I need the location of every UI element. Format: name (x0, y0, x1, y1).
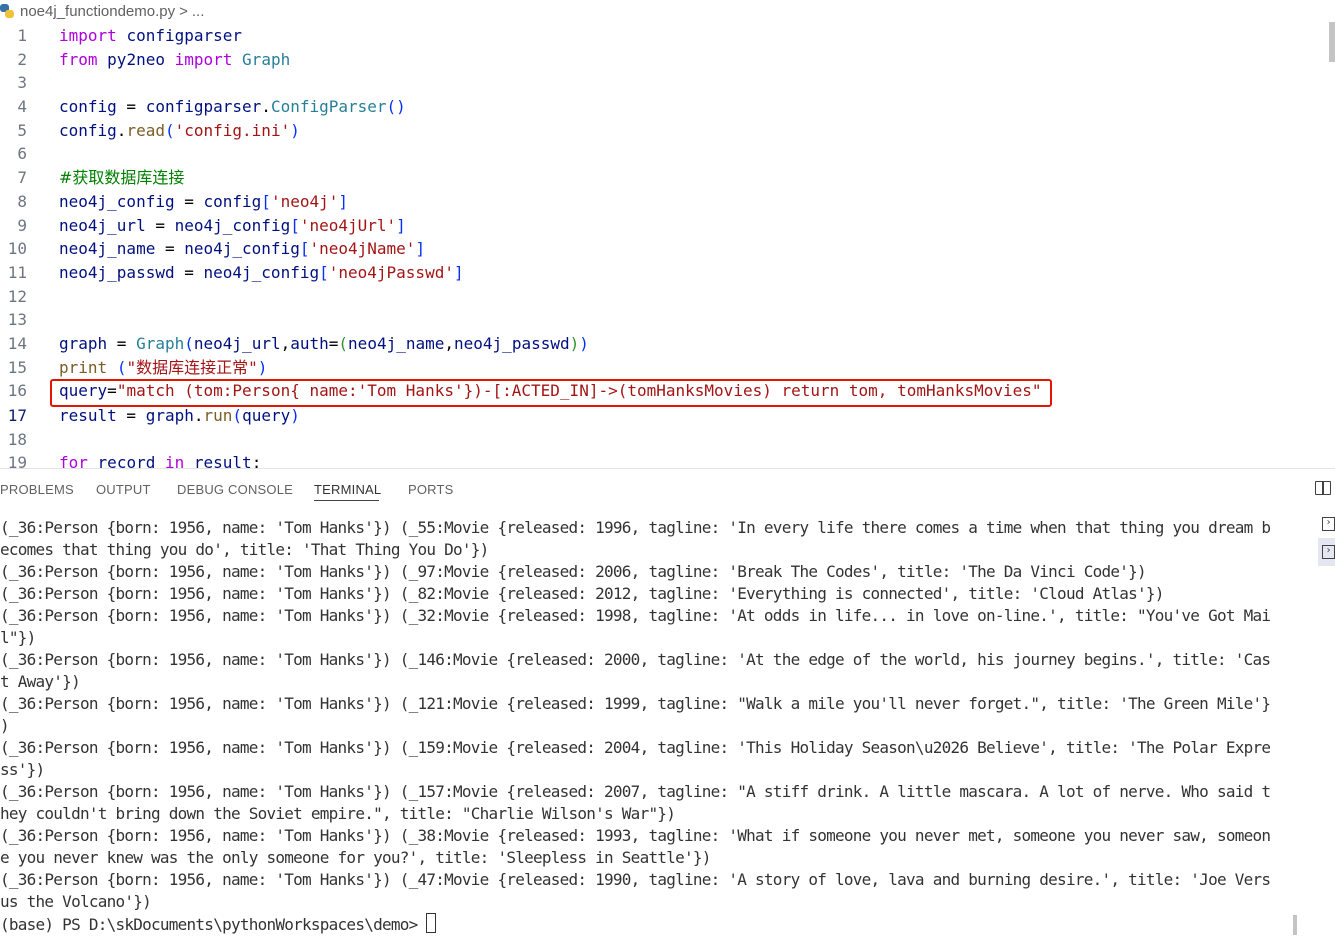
code-text: config.read('config.ini') (59, 121, 300, 140)
terminal-cursor (426, 913, 437, 933)
code-line[interactable]: 15 print ("数据库连接正常") (0, 356, 1335, 380)
code-text: neo4j_config = config['neo4j'] (59, 192, 349, 211)
line-number: 5 (17, 121, 27, 140)
terminal-prompt[interactable]: (base) PS D:\skDocuments\pythonWorkspace… (0, 913, 437, 935)
panel-tabs: PROBLEMS OUTPUT DEBUG CONSOLE TERMINAL P… (0, 469, 1335, 507)
python-file-icon (0, 4, 14, 18)
code-line[interactable]: 19 for record in result: (0, 451, 1335, 468)
line-number: 10 (7, 239, 27, 258)
code-line[interactable]: 3 (0, 71, 1335, 95)
terminal-line: (_36:Person {born: 1956, name: 'Tom Hank… (0, 738, 1271, 757)
line-number: 11 (7, 263, 27, 282)
tab-terminal[interactable]: TERMINAL (314, 482, 381, 497)
code-text: import configparser (59, 26, 243, 45)
code-line[interactable]: 11 neo4j_passwd = neo4j_config['neo4jPass… (0, 261, 1335, 285)
line-number: 14 (7, 334, 27, 353)
breadcrumb-more[interactable]: ... (192, 3, 205, 20)
code-text: neo4j_name = neo4j_config['neo4jName'] (59, 239, 426, 258)
code-line[interactable]: 2 from py2neo import Graph (0, 48, 1335, 72)
code-text: neo4j_url = neo4j_config['neo4jUrl'] (59, 216, 406, 235)
terminal-line: (_36:Person {born: 1956, name: 'Tom Hank… (0, 694, 1271, 713)
terminal-output[interactable]: (_36:Person {born: 1956, name: 'Tom Hank… (0, 507, 1300, 938)
terminal-line: ) (0, 716, 10, 735)
code-text: neo4j_passwd = neo4j_config['neo4jPasswd… (59, 263, 464, 282)
terminal-line: e you never knew was the only someone fo… (0, 848, 711, 867)
terminal-line: ecomes that thing you do', title: 'That … (0, 540, 489, 559)
code-line[interactable]: 10 neo4j_name = neo4j_config['neo4jName'] (0, 237, 1335, 261)
query-highlight-box (50, 379, 1052, 407)
tab-output[interactable]: OUTPUT (96, 482, 151, 497)
code-line[interactable]: 7 #获取数据库连接 (0, 166, 1335, 190)
terminal-line: (_36:Person {born: 1956, name: 'Tom Hank… (0, 870, 1271, 889)
terminal-line: (_36:Person {born: 1956, name: 'Tom Hank… (0, 584, 1164, 603)
code-text: config = configparser.ConfigParser() (59, 97, 406, 116)
code-text: result = graph.run(query) (59, 406, 300, 425)
line-number: 2 (17, 50, 27, 69)
code-text: #获取数据库连接 (59, 168, 185, 187)
code-line[interactable]: 5 config.read('config.ini') (0, 119, 1335, 143)
active-tab-underline (314, 500, 379, 501)
line-number: 13 (7, 310, 27, 329)
breadcrumb-file[interactable]: noe4j_functiondemo.py (20, 3, 175, 20)
split-panel-icon[interactable] (1315, 481, 1331, 495)
terminal-line: (_36:Person {born: 1956, name: 'Tom Hank… (0, 650, 1271, 669)
code-line[interactable]: 6 (0, 142, 1335, 166)
tab-ports[interactable]: PORTS (408, 482, 454, 497)
code-line[interactable]: 13 (0, 308, 1335, 332)
terminal-line: t Away'}) (0, 672, 81, 691)
code-line[interactable]: 14 graph = Graph(neo4j_url,auth=(neo4j_na… (0, 332, 1335, 356)
terminal-instance-icon[interactable]: › (1322, 545, 1335, 559)
line-number: 9 (17, 216, 27, 235)
terminal-line: ss'}) (0, 760, 45, 779)
tab-debug-console[interactable]: DEBUG CONSOLE (177, 482, 293, 497)
line-number: 7 (17, 168, 27, 187)
terminal-instance-icon[interactable]: › (1322, 517, 1335, 531)
code-text: from py2neo import Graph (59, 50, 291, 69)
code-line[interactable]: 9 neo4j_url = neo4j_config['neo4jUrl'] (0, 214, 1335, 238)
line-number: 19 (7, 453, 27, 468)
breadcrumb: noe4j_functiondemo.py > ... (0, 0, 1335, 22)
line-number: 12 (7, 287, 27, 306)
code-line[interactable]: 1 import configparser (0, 24, 1335, 48)
code-line[interactable]: 12 (0, 285, 1335, 309)
line-number: 16 (7, 381, 27, 400)
code-line[interactable]: 8 neo4j_config = config['neo4j'] (0, 190, 1335, 214)
code-line[interactable]: 4 config = configparser.ConfigParser() (0, 95, 1335, 119)
breadcrumb-separator: > (179, 2, 188, 20)
line-number: 15 (7, 358, 27, 377)
line-number: 6 (17, 144, 27, 163)
terminal-line: us the Volcano'}) (0, 892, 152, 911)
line-number: 1 (17, 26, 27, 45)
line-number: 8 (17, 192, 27, 211)
line-number: 3 (17, 73, 27, 92)
terminal-line: l"}) (0, 628, 36, 647)
editor-scrollbar[interactable] (1329, 22, 1335, 62)
code-text: graph = Graph(neo4j_url,auth=(neo4j_name… (59, 334, 589, 353)
terminal-line: (_36:Person {born: 1956, name: 'Tom Hank… (0, 518, 1271, 537)
line-number: 18 (7, 430, 27, 449)
terminal-line: (_36:Person {born: 1956, name: 'Tom Hank… (0, 606, 1271, 625)
terminal-line: (_36:Person {born: 1956, name: 'Tom Hank… (0, 562, 1147, 581)
code-text: print ("数据库连接正常") (59, 358, 268, 377)
line-number: 17 (7, 406, 27, 425)
code-line[interactable]: 17 result = graph.run(query) (0, 404, 1335, 428)
terminal-line: (_36:Person {born: 1956, name: 'Tom Hank… (0, 826, 1271, 845)
tab-problems[interactable]: PROBLEMS (0, 482, 74, 497)
terminal-line: hey couldn't bring down the Soviet empir… (0, 804, 676, 823)
line-number: 4 (17, 97, 27, 116)
code-line[interactable]: 18 (0, 428, 1335, 452)
terminal-scrollbar[interactable] (1293, 915, 1297, 935)
terminal-line: (_36:Person {born: 1956, name: 'Tom Hank… (0, 782, 1271, 801)
code-text: for record in result: (59, 453, 262, 468)
